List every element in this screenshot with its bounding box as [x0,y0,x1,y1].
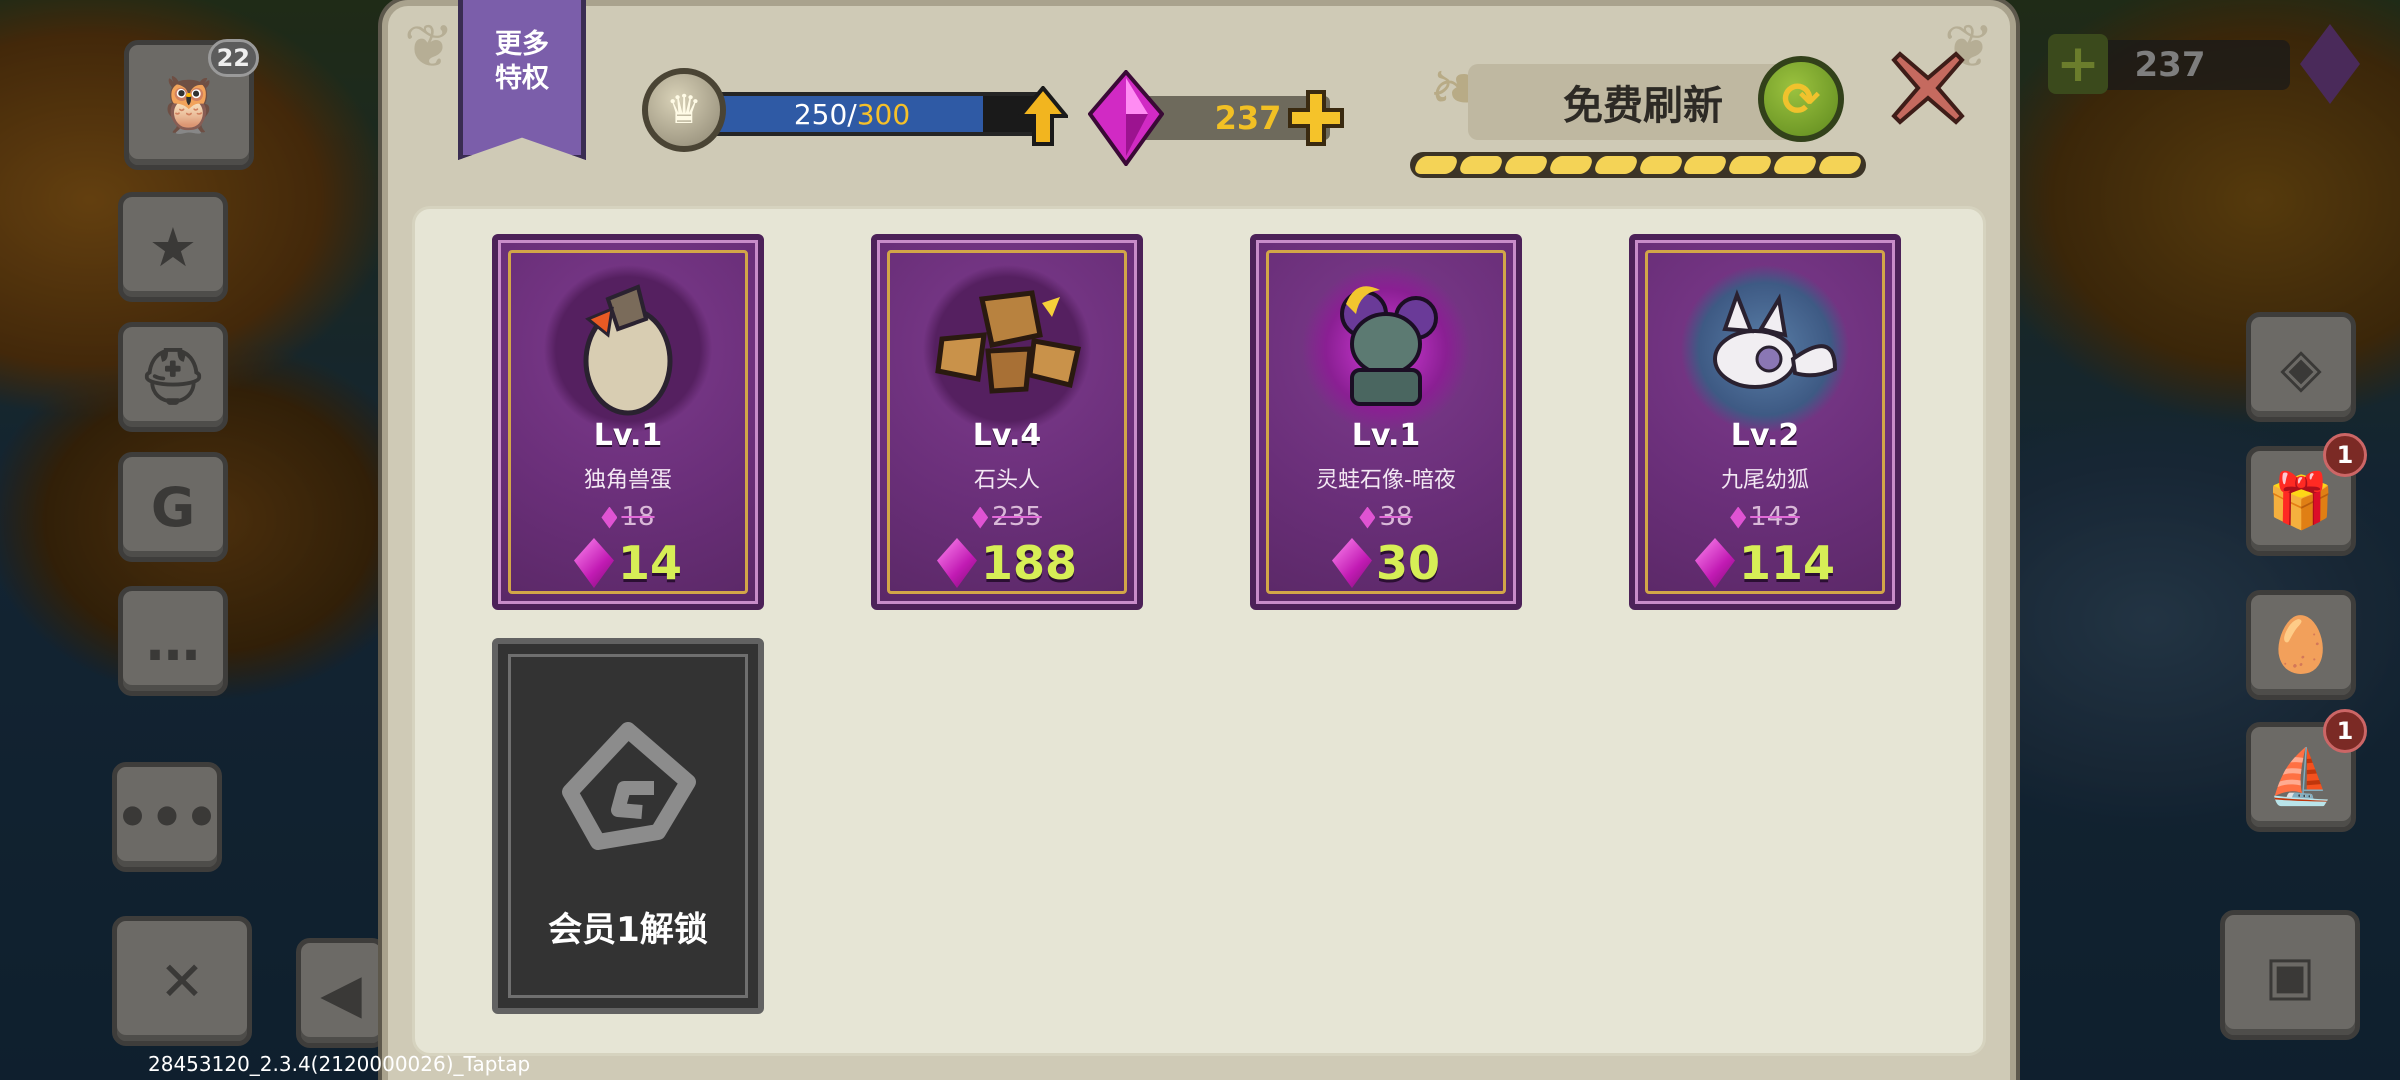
small-gem-icon [1359,506,1376,529]
gem-icon [573,538,614,588]
refresh-progress-segment [1637,156,1684,174]
ship-button[interactable]: ⛵ 1 [2246,709,2367,832]
refresh-progress-segment [1727,156,1774,174]
refresh-progress-segment [1816,156,1864,174]
xp-max: 300 [856,97,911,131]
refresh-progress-segment [1502,156,1549,174]
xp-text: 250/300 [704,96,1000,132]
build-watermark: 28453120_2.3.4(2120000026)_Taptap [148,1052,531,1076]
star-button[interactable]: ★ [118,192,228,302]
gem-icon [1694,538,1735,588]
ellipsis-icon: ••• [115,785,219,849]
owl-avatar-icon: 🦉 [155,73,223,136]
gift-notification-badge: 1 [2323,433,2367,477]
avatar-level-badge: 22 [207,39,259,77]
add-gems-button[interactable] [1286,88,1346,148]
avatar-button[interactable]: 🦉 22 [124,39,259,170]
background-gem-icon [2300,24,2360,104]
card-level: Lv.1 [593,418,663,453]
quest-banner-button[interactable]: ◈ [2246,312,2356,422]
refresh-progress-segment [1592,156,1639,174]
egg-button[interactable]: 🥚 [2246,590,2356,700]
refresh-progress-segment [1457,156,1505,174]
chest-icon: ▣ [2264,943,2316,1007]
refresh-progress-segment [1412,156,1460,174]
egg-icon: 🥚 [2267,613,2335,676]
xp-separator: / [847,97,857,131]
background-plus-icon: + [2048,34,2108,94]
star-icon: ★ [148,215,198,279]
refresh-progress-bar [1410,152,1866,178]
card-level: Lv.1 [1351,418,1421,453]
gem-icon [1331,538,1372,588]
small-gem-icon [1730,506,1747,529]
small-gem-icon [601,506,618,529]
helmet-icon: ⛑ [138,345,208,408]
card-price: 114 [1635,536,1895,590]
ribbon-label-line1: 更多 [495,29,549,60]
card-original-price: 38 [1256,502,1516,532]
back-arrow-button[interactable]: ◀ [296,938,386,1048]
xp-current: 250 [793,97,848,131]
card-name: 九尾幼狐 [1720,468,1809,493]
left-arrow-icon: ◀ [320,961,362,1025]
corner-ornament-icon: ❦ [403,12,455,82]
gem-icon [1088,70,1164,166]
locked-g-emblem-icon [562,722,696,850]
ribbon-label-line2: 特权 [495,63,549,94]
helmet-button[interactable]: ⛑ [118,322,228,432]
refresh-progress-segment [1682,156,1729,174]
card-price: 30 [1256,536,1516,590]
fox-icon [1680,264,1850,434]
card-name: 石头人 [973,468,1040,493]
free-refresh-label: 免费刷新 [1563,83,1723,129]
locked-slot-card[interactable]: 会员1解锁 [492,638,764,1014]
ship-notification-badge: 1 [2323,709,2367,753]
book-button[interactable]: G [118,452,228,562]
xp-progress-bar: 250/300 [700,92,1044,136]
gift-icon: 🎁 [2267,469,2335,532]
more-privileges-ribbon[interactable]: 更多 特权 [458,0,586,160]
crown-icon: ♛ [642,68,726,152]
card-price: 14 [498,536,758,590]
book-icon: G [150,475,196,539]
ship-icon: ⛵ [2267,745,2335,808]
map-button[interactable]: ✕ [112,916,252,1046]
refresh-button[interactable]: ⟳ [1758,56,1844,142]
chat-button[interactable]: … [118,586,228,696]
more-button[interactable]: ••• [112,762,222,872]
treasure-chest-button[interactable]: ▣ [2220,910,2360,1040]
refresh-progress-segment [1771,156,1819,174]
refresh-progress-segment [1547,156,1594,174]
shop-card[interactable]: Lv.4 石头人 235 188 [871,234,1143,610]
locked-slot-label: 会员1解锁 [548,910,708,950]
egg-icon [543,264,713,434]
card-level: Lv.2 [1730,418,1800,453]
gift-button[interactable]: 🎁 1 [2246,433,2367,556]
card-name: 灵蛙石像-暗夜 [1316,468,1456,493]
small-gem-icon [972,506,989,529]
chat-icon: … [146,609,200,673]
banner-icon: ◈ [2280,335,2322,399]
card-original-price: 235 [877,502,1137,532]
rock-golem-icon [922,264,1092,434]
card-level: Lv.4 [972,418,1042,453]
frog-statue-icon [1301,264,1471,434]
level-up-arrow-icon[interactable] [1018,86,1068,146]
close-button[interactable] [1890,50,1966,126]
shop-card[interactable]: Lv.2 九尾幼狐 143 114 [1629,234,1901,610]
card-original-price: 18 [498,502,758,532]
card-name: 独角兽蛋 [583,468,672,493]
shop-card[interactable]: Lv.1 独角兽蛋 18 14 [492,234,764,610]
card-original-price: 143 [1635,502,1895,532]
gem-icon [936,538,977,588]
map-icon: ✕ [159,949,205,1013]
card-price: 188 [877,536,1137,590]
shop-card[interactable]: Lv.1 灵蛙石像-暗夜 38 30 [1250,234,1522,610]
refresh-icon: ⟳ [1781,72,1821,126]
